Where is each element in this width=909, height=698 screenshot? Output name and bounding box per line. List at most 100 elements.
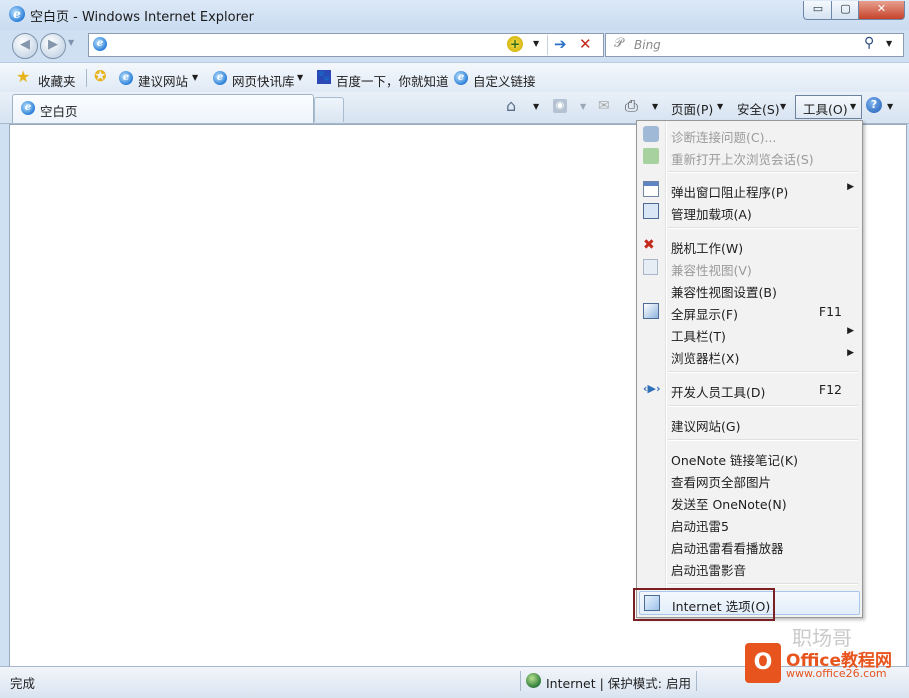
menu-separator (668, 227, 858, 229)
window-title: 空白页 - Windows Internet Explorer (30, 10, 254, 25)
status-text: 完成 (10, 676, 36, 691)
shortcut-label: F11 (818, 304, 842, 319)
security-zone-text[interactable]: Internet | 保护模式: 启用 (546, 673, 691, 692)
offline-icon: ✖ (643, 237, 655, 253)
new-tab-button[interactable] (314, 97, 344, 122)
chevron-down-icon[interactable]: ▼ (717, 102, 723, 111)
close-button[interactable]: ✕ (858, 1, 905, 20)
chevron-down-icon[interactable]: ▼ (533, 102, 539, 111)
search-icon[interactable]: ⚲ (864, 35, 874, 51)
menu-item-label: 开发人员工具(D) (671, 385, 766, 400)
menu-separator (668, 583, 858, 585)
menu-item-toolbars[interactable]: 工具栏(T) ▶ (637, 322, 862, 344)
menu-item-work-offline[interactable]: ✖ 脱机工作(W) (637, 234, 862, 256)
menu-item-popup-blocker[interactable]: 弹出窗口阻止程序(P) ▶ (637, 178, 862, 200)
search-input[interactable]: Bing (634, 38, 661, 52)
favorites-star-icon: ★ (16, 67, 31, 86)
read-mail-icon[interactable]: ✉ (598, 98, 610, 114)
forward-button[interactable]: ▶ (40, 33, 66, 59)
help-icon[interactable]: ? (866, 97, 882, 113)
menu-item-manage-addons[interactable]: 管理加载项(A) (637, 200, 862, 222)
office-logo-icon: O (745, 643, 781, 683)
menu-item-label: 启动迅雷影音 (671, 563, 747, 578)
menu-item-reopen-session[interactable]: 重新打开上次浏览会话(S) (637, 145, 862, 167)
address-dropdown-icon[interactable]: ▼ (533, 39, 539, 48)
menu-item-compat-view-settings[interactable]: 兼容性视图设置(B) (637, 278, 862, 300)
print-icon[interactable]: ⎙ (625, 96, 638, 116)
favorites-separator (86, 69, 87, 87)
internet-zone-globe-icon (526, 673, 541, 688)
developer-tools-icon: ‹▶› (643, 382, 661, 395)
menu-item-view-all-images[interactable]: 查看网页全部图片 (637, 468, 862, 490)
compat-view-icon (643, 259, 658, 275)
favorites-item-web-slice-gallery[interactable]: 网页快讯库 (232, 71, 295, 90)
menu-item-fullscreen[interactable]: 全屏显示(F) F11 (637, 300, 862, 322)
menu-item-label: 诊断连接问题(C)... (671, 130, 777, 145)
menu-item-diagnose[interactable]: 诊断连接问题(C)... (637, 123, 862, 145)
diagnose-icon (643, 126, 659, 142)
recent-pages-dropdown-icon[interactable]: ▼ (68, 38, 74, 47)
menu-item-label: 启动迅雷看看播放器 (671, 541, 784, 556)
menu-item-label: 启动迅雷5 (671, 519, 729, 534)
menu-item-label: 工具栏(T) (671, 329, 726, 344)
search-box[interactable]: 𝒫 Bing ⚲ ▼ (605, 33, 904, 57)
tab-label: 空白页 (40, 104, 78, 119)
menu-item-label: 发送至 OneNote(N) (671, 497, 787, 512)
compatibility-icon[interactable]: + (507, 36, 523, 52)
address-bar[interactable]: e + ▼ ➔ ✕ (88, 33, 604, 57)
menu-item-send-to-onenote[interactable]: 发送至 OneNote(N) (637, 490, 862, 512)
reopen-session-icon (643, 148, 659, 164)
stop-icon[interactable]: ✕ (579, 35, 592, 53)
menu-item-compat-view[interactable]: 兼容性视图(V) (637, 256, 862, 278)
popup-blocker-icon (643, 181, 659, 197)
chevron-down-icon[interactable]: ▼ (780, 102, 786, 111)
menu-item-suggested-sites[interactable]: 建议网站(G) (637, 412, 862, 434)
add-favorites-icon[interactable]: ✪ (94, 67, 107, 85)
menu-item-onenote-linked-notes[interactable]: OneNote 链接笔记(K) (637, 446, 862, 468)
menu-item-explorer-bars[interactable]: 浏览器栏(X) ▶ (637, 344, 862, 366)
menu-separator (668, 405, 858, 407)
chevron-down-icon[interactable]: ▼ (192, 73, 198, 82)
chevron-down-icon[interactable]: ▼ (297, 73, 303, 82)
tools-menu-label: 工具(O) (803, 102, 848, 117)
baidu-icon: 🐾 (317, 70, 331, 84)
ie-logo-icon: e (9, 6, 25, 22)
safety-menu-button[interactable]: 安全(S) (737, 99, 780, 118)
menu-item-launch-xunlei-kankan[interactable]: 启动迅雷看看播放器 (637, 534, 862, 556)
back-button[interactable]: ◀ (12, 33, 38, 59)
chevron-down-icon[interactable]: ▼ (887, 102, 893, 111)
tools-menu: 诊断连接问题(C)... 重新打开上次浏览会话(S) 弹出窗口阻止程序(P) ▶… (636, 120, 863, 618)
chevron-down-icon[interactable]: ▼ (652, 102, 658, 111)
minimize-button[interactable]: ▭ (803, 1, 833, 20)
favorites-item-suggested-sites[interactable]: 建议网站 (138, 71, 188, 90)
search-options-dropdown-icon[interactable]: ▼ (886, 39, 892, 48)
favorites-item-custom-links[interactable]: 自定义链接 (473, 71, 536, 90)
tools-menu-button[interactable]: 工具(O) ▼ (795, 95, 862, 119)
menu-item-label: 管理加载项(A) (671, 207, 752, 222)
address-divider (547, 35, 548, 55)
maximize-button[interactable]: ▢ (831, 1, 860, 20)
favorites-item-baidu[interactable]: 百度一下，你就知道 (336, 71, 449, 90)
menu-item-label: 重新打开上次浏览会话(S) (671, 152, 814, 167)
search-provider-icon: 𝒫 (614, 36, 624, 51)
refresh-go-icon[interactable]: ➔ (554, 35, 567, 53)
menu-item-label: 兼容性视图(V) (671, 263, 752, 278)
page-menu-button[interactable]: 页面(P) (671, 99, 713, 118)
menu-item-label: OneNote 链接笔记(K) (671, 453, 798, 468)
menu-separator (668, 371, 858, 373)
menu-item-label: 脱机工作(W) (671, 241, 744, 256)
chevron-down-icon[interactable]: ▼ (580, 102, 586, 111)
favorites-button[interactable]: 收藏夹 (38, 71, 76, 90)
feeds-icon[interactable]: ◉ (553, 99, 567, 113)
menu-separator (668, 439, 858, 441)
menu-item-launch-xunlei-player[interactable]: 启动迅雷影音 (637, 556, 862, 578)
web-slice-icon: e (213, 71, 227, 85)
chevron-down-icon: ▼ (850, 102, 857, 111)
menu-item-launch-thunder5[interactable]: 启动迅雷5 (637, 512, 862, 534)
home-icon[interactable]: ⌂ (506, 96, 516, 115)
tab-blank-page[interactable]: e 空白页 (12, 94, 314, 123)
favorites-bar: ★ 收藏夹 ✪ e 建议网站 ▼ e 网页快讯库 ▼ 🐾 百度一下，你就知道 e… (0, 62, 909, 93)
menu-item-developer-tools[interactable]: ‹▶› 开发人员工具(D) F12 (637, 378, 862, 400)
addons-icon (643, 203, 659, 219)
menu-item-label: 建议网站(G) (671, 419, 741, 434)
